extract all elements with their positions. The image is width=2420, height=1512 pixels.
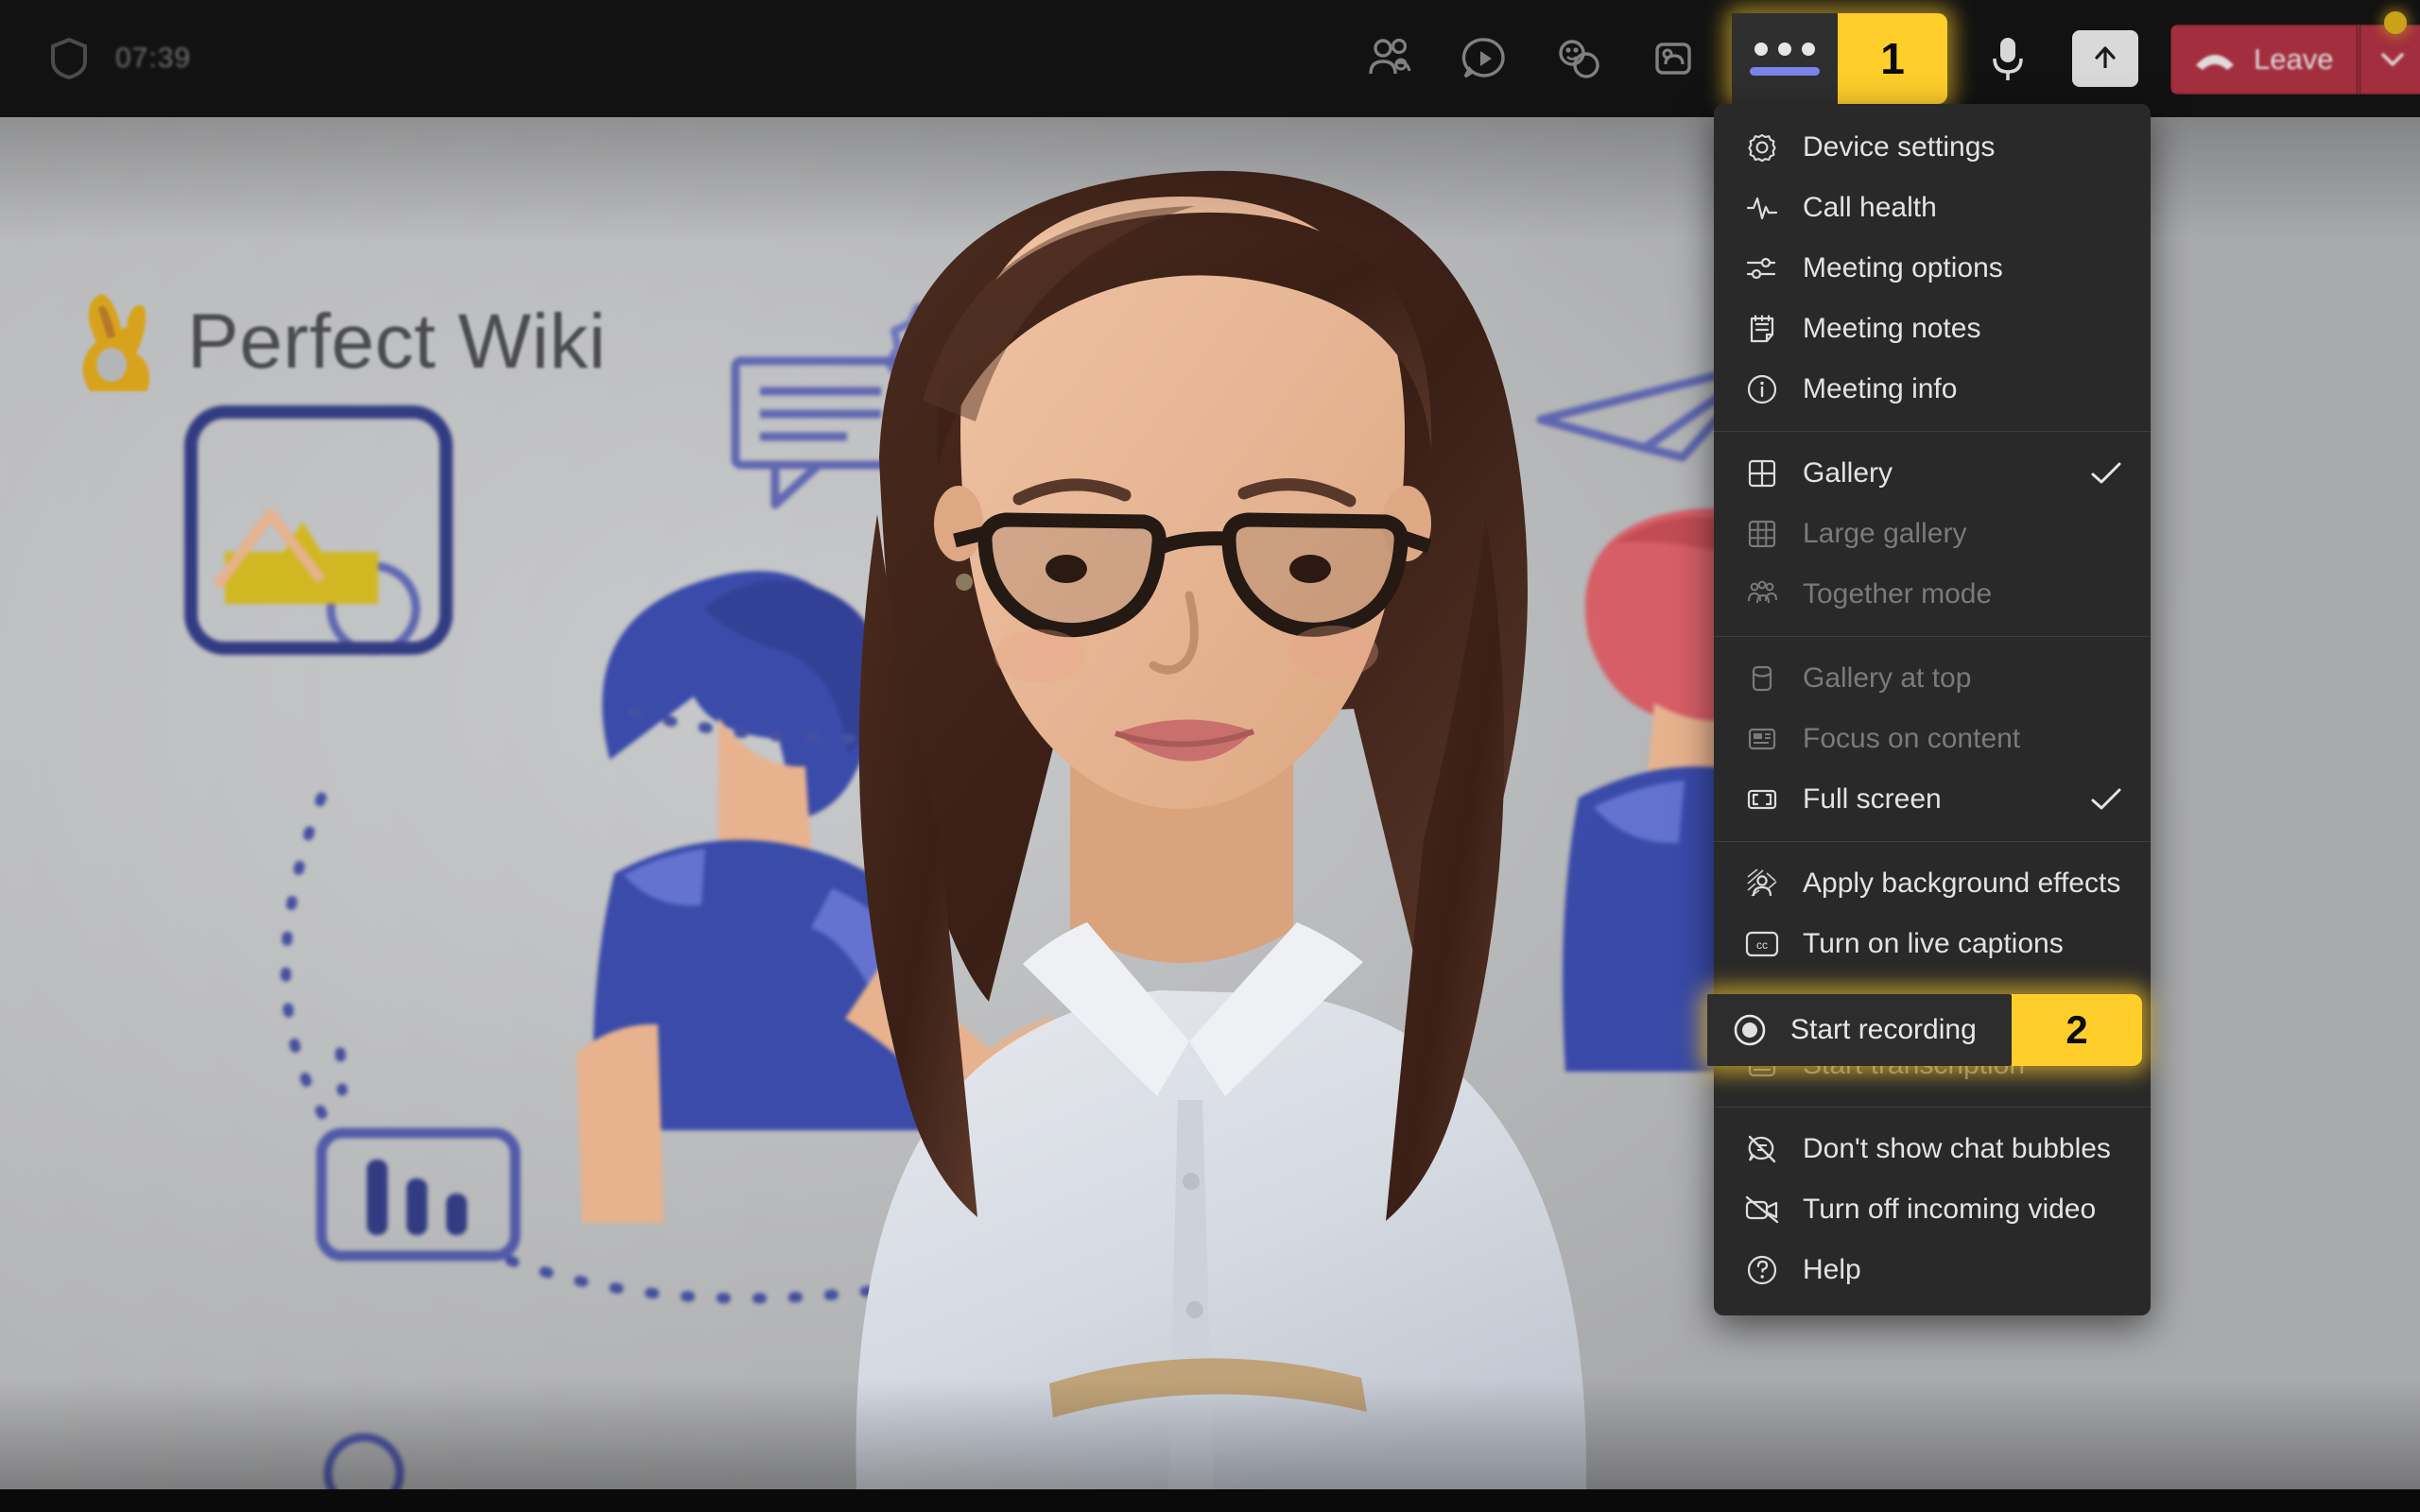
- menu-item-meeting-notes[interactable]: Meeting notes: [1714, 299, 2151, 359]
- menu-item-meeting-options[interactable]: Meeting options: [1714, 238, 2151, 299]
- share-screen-button[interactable]: [2072, 30, 2138, 87]
- chat-button[interactable]: [1437, 19, 1531, 98]
- menu-item-label: Gallery at top: [1803, 662, 1972, 694]
- perfect-wiki-title: Perfect Wiki: [187, 299, 607, 385]
- leave-button-group: Leave: [2170, 25, 2420, 94]
- menu-item-label: Device settings: [1803, 131, 1996, 163]
- start-recording-highlight-group: Start recording 2: [1707, 994, 2142, 1066]
- more-options-highlight-group: 1: [1732, 13, 1947, 104]
- sliders-icon: [1744, 250, 1780, 286]
- reactions-icon: [1559, 40, 1599, 78]
- menu-item-label: Meeting notes: [1803, 313, 1981, 344]
- phone-hangup-icon: [2196, 55, 2234, 70]
- perfect-wiki-logo: Perfect Wiki: [68, 293, 606, 391]
- menu-separator: [1714, 841, 2151, 842]
- people-button[interactable]: [1342, 19, 1437, 98]
- shield-icon: [49, 37, 89, 80]
- checkmark-icon: [2090, 461, 2122, 486]
- chat-bubble-off-icon: [1744, 1131, 1780, 1167]
- menu-item-turn-on-live-captions[interactable]: cc Turn on live captions: [1714, 914, 2151, 974]
- menu-item-start-recording-highlighted[interactable]: Start recording: [1707, 994, 2012, 1066]
- menu-item-label: Apply background effects: [1803, 868, 2121, 899]
- leave-label: Leave: [2254, 43, 2334, 76]
- step-badge-1: 1: [1880, 34, 1905, 83]
- menu-item-meeting-info[interactable]: Meeting info: [1714, 359, 2151, 420]
- toolbar-center-group: [1342, 0, 1720, 117]
- menu-item-label: Call health: [1803, 192, 1937, 223]
- menu-separator: [1714, 431, 2151, 432]
- step-badge-2: 2: [2066, 1007, 2088, 1052]
- menu-item-label: Large gallery: [1803, 518, 1967, 549]
- menu-item-apply-background-effects[interactable]: Apply background effects: [1714, 853, 2151, 914]
- more-options-button[interactable]: [1732, 13, 1838, 104]
- rooms-icon: [1655, 43, 1691, 75]
- ok-hand-emoji: [68, 293, 159, 391]
- info-circle-icon: [1744, 371, 1780, 407]
- menu-item-label: Gallery: [1803, 457, 1893, 489]
- leave-button[interactable]: Leave: [2170, 25, 2359, 94]
- background-effects-icon: [1744, 866, 1780, 902]
- teams-meeting-window: Perfect Wiki 07:39 1 Leave Device settin…: [0, 0, 2420, 1512]
- menu-item-label: Help: [1803, 1254, 1861, 1285]
- menu-item-together-mode: Together mode: [1714, 564, 2151, 625]
- more-horizontal-icon: [1754, 42, 1815, 56]
- menu-item-call-health[interactable]: Call health: [1714, 178, 2151, 238]
- menu-item-gallery[interactable]: Gallery: [1714, 443, 2151, 504]
- chat-icon: [1461, 38, 1505, 78]
- bottom-letterbox: [0, 1489, 2420, 1512]
- active-indicator: [1750, 66, 1820, 76]
- menu-item-label: Start recording: [1790, 1014, 1977, 1045]
- toolbar-left-group: 07:39: [0, 37, 191, 80]
- pulse-icon: [1744, 190, 1780, 226]
- participant-video-person: [856, 170, 1587, 1489]
- people-icon: [1369, 38, 1411, 75]
- menu-separator: [1714, 1107, 2151, 1108]
- meeting-toolbar: 07:39 1 Leave: [0, 0, 2420, 117]
- share-upload-icon: [2095, 46, 2116, 68]
- menu-item-label: Turn on live captions: [1803, 928, 2064, 959]
- closed-captions-icon: cc: [1744, 926, 1780, 962]
- checkmark-icon: [2090, 787, 2122, 812]
- focus-content-icon: [1744, 721, 1780, 757]
- leave-dropdown-button[interactable]: [2360, 25, 2420, 94]
- rooms-button[interactable]: [1626, 19, 1720, 98]
- meeting-timer: 07:39: [115, 43, 192, 74]
- together-mode-icon: [1744, 576, 1780, 612]
- menu-item-turn-off-incoming-video[interactable]: Turn off incoming video: [1714, 1179, 2151, 1240]
- large-gallery-icon: [1744, 516, 1780, 552]
- mic-button[interactable]: [1964, 19, 2051, 98]
- notes-icon: [1744, 311, 1780, 347]
- menu-item-focus-on-content: Focus on content: [1714, 709, 2151, 769]
- svg-text:cc: cc: [1756, 938, 1768, 952]
- full-screen-icon: [1744, 782, 1780, 817]
- menu-item-full-screen[interactable]: Full screen: [1714, 769, 2151, 830]
- notification-dot: [2384, 11, 2407, 34]
- menu-item-label: Don't show chat bubbles: [1803, 1133, 2111, 1164]
- menu-item-large-gallery: Large gallery: [1714, 504, 2151, 564]
- toolbar-right-group: [1964, 0, 2138, 117]
- gallery-grid-icon: [1744, 455, 1780, 491]
- menu-item-gallery-at-top: Gallery at top: [1714, 648, 2151, 709]
- gallery-at-top-icon: [1744, 661, 1780, 696]
- record-icon: [1732, 1012, 1768, 1048]
- menu-separator: [1714, 636, 2151, 637]
- video-off-icon: [1744, 1192, 1780, 1228]
- gear-icon: [1744, 129, 1780, 165]
- menu-item-label: Full screen: [1803, 783, 1942, 815]
- menu-item-label: Turn off incoming video: [1803, 1194, 2097, 1225]
- menu-item-label: Meeting info: [1803, 373, 1958, 404]
- menu-item-label: Together mode: [1803, 578, 1993, 610]
- more-options-menu: Device settings Call health Meeting opti…: [1714, 104, 2151, 1315]
- menu-item-help[interactable]: Help: [1714, 1240, 2151, 1300]
- menu-item-label: Focus on content: [1803, 723, 2021, 754]
- menu-item-dont-show-chat-bubbles[interactable]: Don't show chat bubbles: [1714, 1119, 2151, 1179]
- menu-item-label: Meeting options: [1803, 252, 2003, 284]
- menu-item-device-settings[interactable]: Device settings: [1714, 117, 2151, 178]
- microphone-icon: [1993, 38, 2023, 80]
- reactions-button[interactable]: [1531, 19, 1626, 98]
- chevron-down-icon: [2381, 53, 2405, 66]
- help-circle-icon: [1744, 1252, 1780, 1288]
